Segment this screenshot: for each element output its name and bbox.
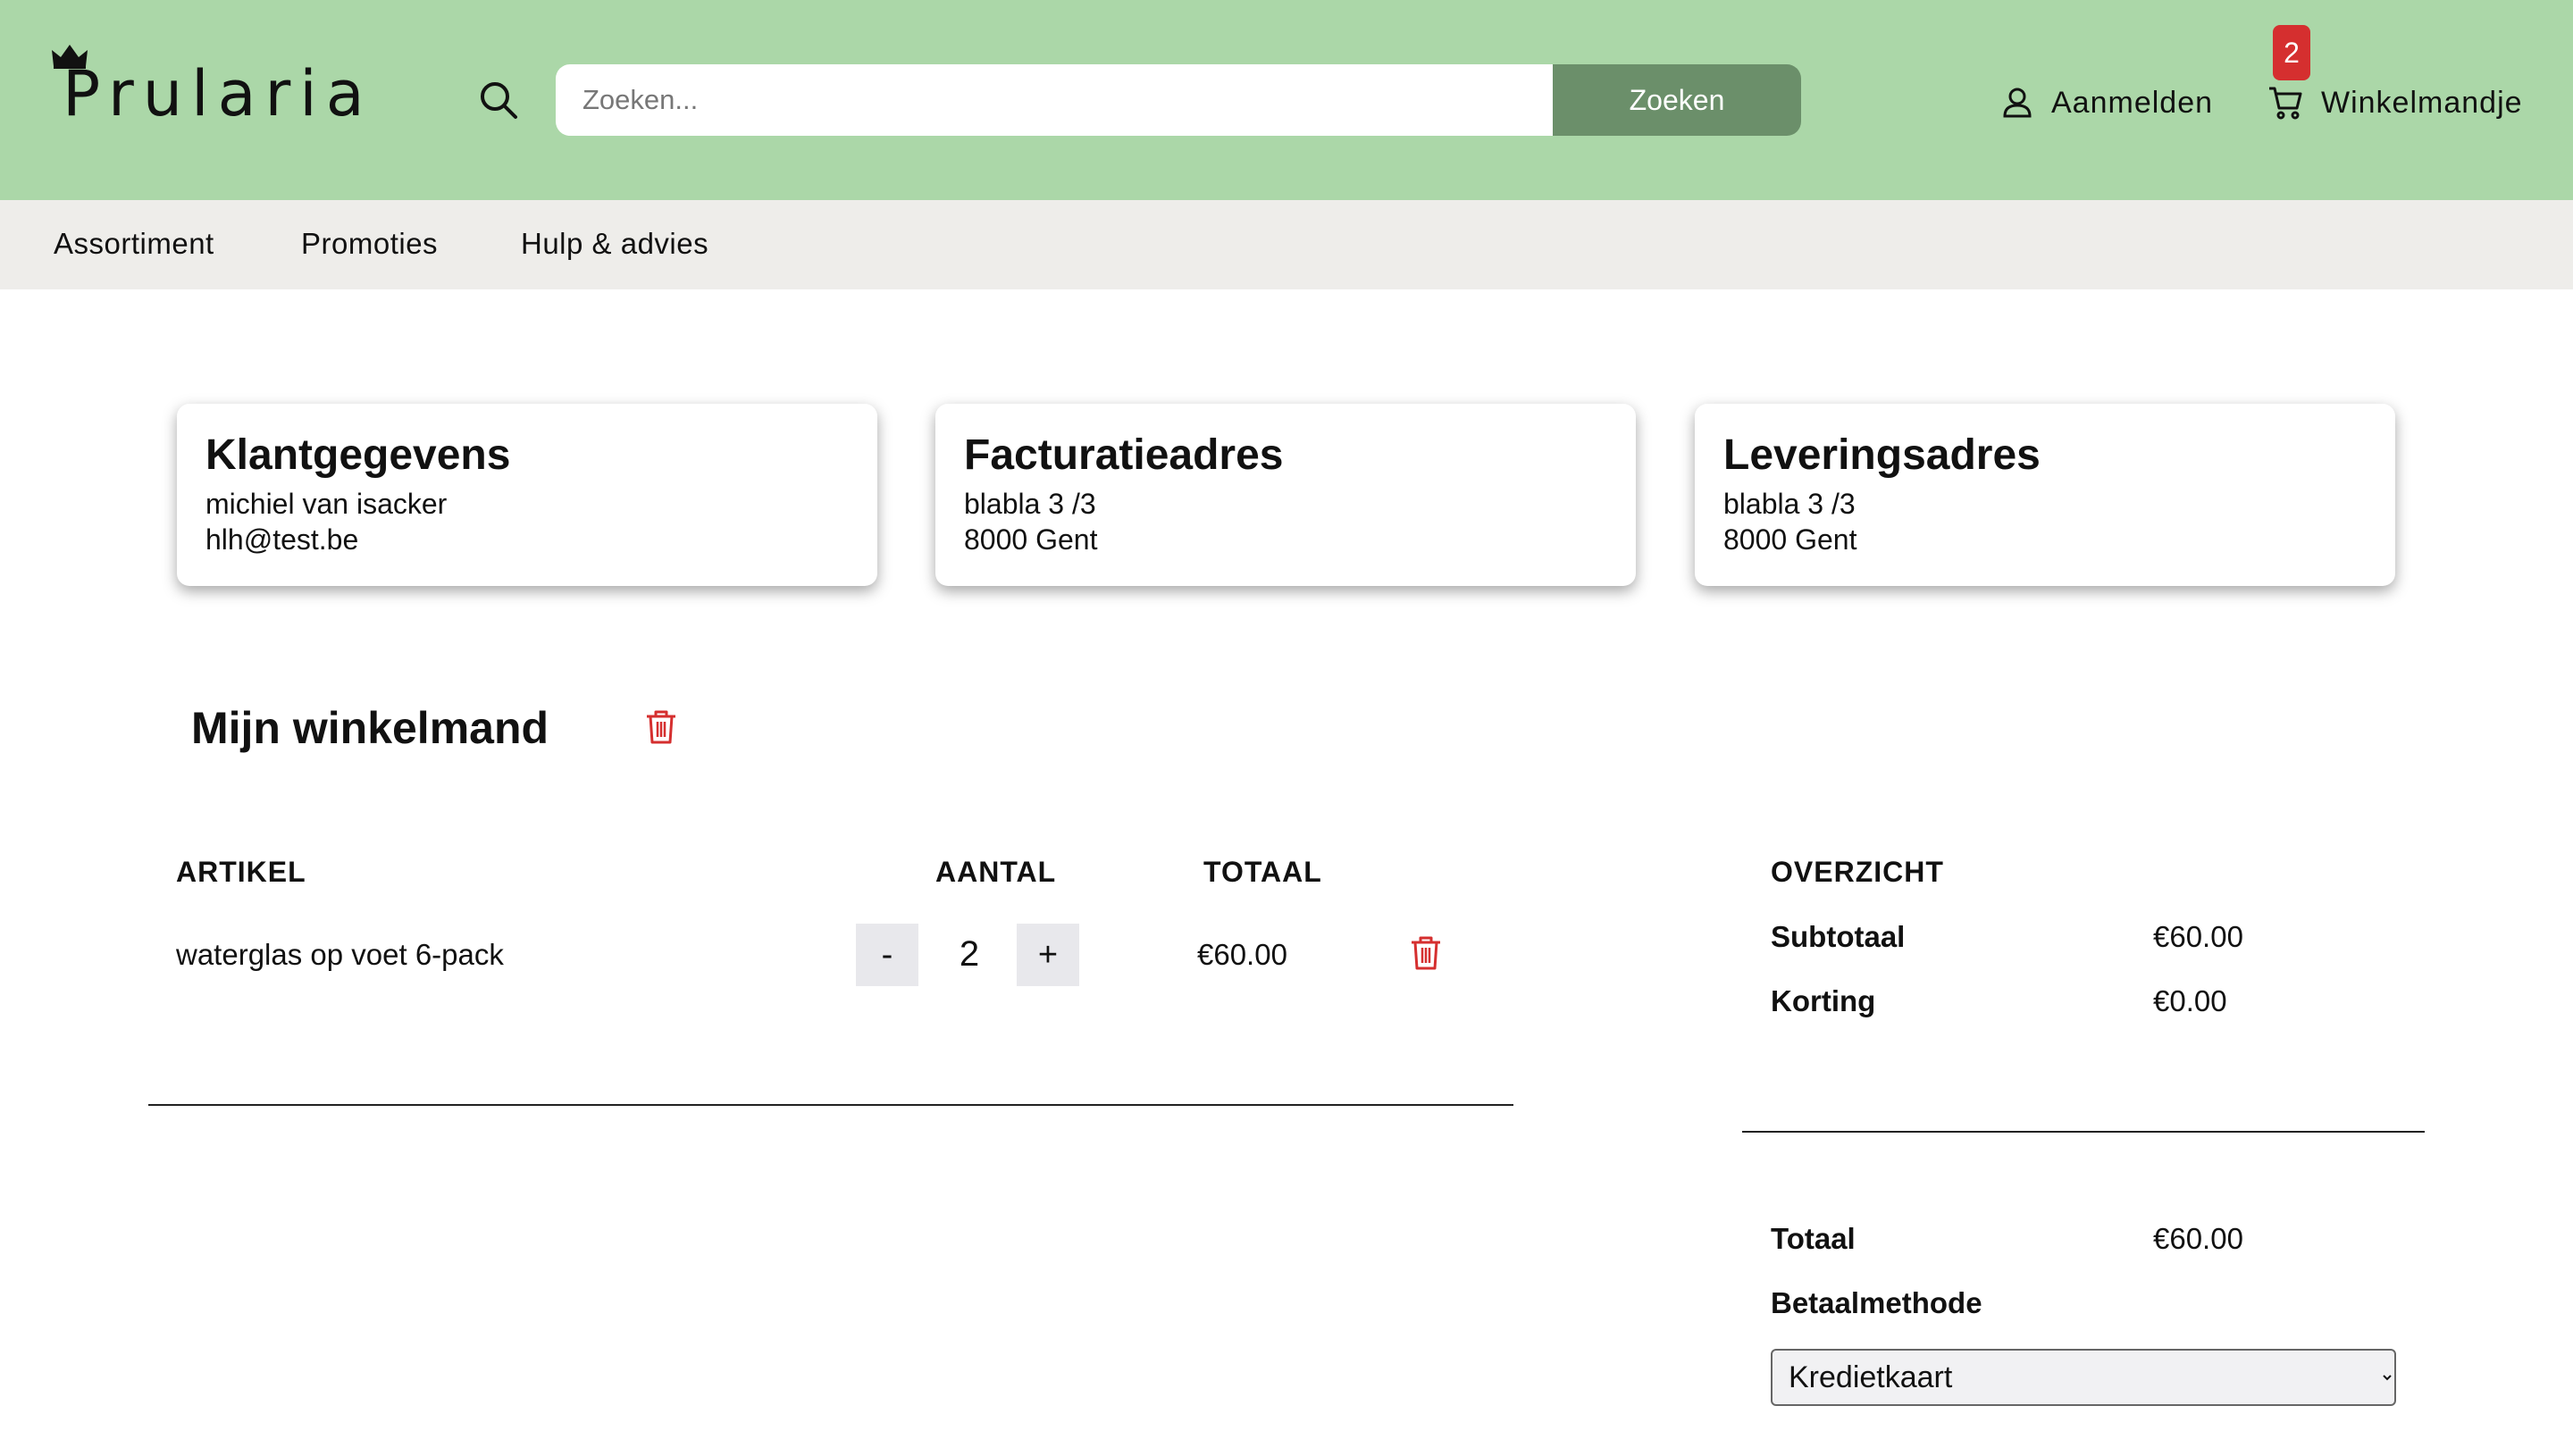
total-value: €60.00 <box>2153 1222 2243 1255</box>
cart-item-total: €60.00 <box>1197 938 1287 971</box>
discount-label: Korting <box>1771 984 1876 1017</box>
quantity-value: 2 <box>959 934 980 974</box>
column-header-quantity: AANTAL <box>935 856 1057 888</box>
search-icon[interactable] <box>479 80 518 120</box>
login-label: Aanmelden <box>2051 85 2214 120</box>
customer-name: michiel van isacker <box>205 488 448 520</box>
column-header-article: ARTIKEL <box>176 856 306 888</box>
nav-item-assortiment[interactable]: Assortiment <box>54 227 214 261</box>
cart-icon <box>2269 87 2302 120</box>
clear-cart-trash-icon[interactable] <box>645 709 677 745</box>
subtotal-value: €60.00 <box>2153 920 2243 953</box>
brand-logo[interactable]: Prularia <box>50 36 365 125</box>
payment-method-label: Betaalmethode <box>1771 1286 1982 1319</box>
decrease-quantity-button[interactable]: - <box>856 924 918 986</box>
cart-label: Winkelmandje <box>2321 85 2523 120</box>
discount-value: €0.00 <box>2153 984 2227 1017</box>
customer-email: hlh@test.be <box>205 523 359 556</box>
cart-item-name: waterglas op voet 6-pack <box>176 938 504 971</box>
card-title: Klantgegevens <box>205 431 511 479</box>
cart-title: Mijn winkelmand <box>191 703 549 753</box>
total-label: Totaal <box>1771 1222 1856 1255</box>
overview-title: OVERZICHT <box>1771 856 1944 888</box>
payment-method-select[interactable]: Kredietkaart <box>1771 1349 2396 1406</box>
cart-divider <box>148 1104 1513 1106</box>
overview-divider <box>1742 1131 2425 1133</box>
user-icon <box>2003 88 2032 118</box>
increase-quantity-button[interactable]: + <box>1017 924 1079 986</box>
billing-city: 8000 Gent <box>964 523 1098 556</box>
customer-details-card: Klantgegevens michiel van isacker hlh@te… <box>177 404 877 586</box>
card-title: Leveringsadres <box>1723 431 2041 479</box>
search-input[interactable] <box>556 64 1553 136</box>
card-title: Facturatieadres <box>964 431 1284 479</box>
cart-count-badge: 2 <box>2273 25 2310 80</box>
search-button[interactable]: Zoeken <box>1553 64 1801 136</box>
column-header-total: TOTAAL <box>1203 856 1322 888</box>
nav-item-promoties[interactable]: Promoties <box>301 227 438 261</box>
nav-item-hulp-advies[interactable]: Hulp & advies <box>521 227 708 261</box>
delivery-street: blabla 3 /3 <box>1723 488 1856 520</box>
subtotal-label: Subtotaal <box>1771 920 1906 953</box>
remove-item-trash-icon[interactable] <box>1410 935 1442 971</box>
delivery-city: 8000 Gent <box>1723 523 1857 556</box>
brand-name: Prularia <box>63 57 373 130</box>
billing-address-card: Facturatieadres blabla 3 /3 8000 Gent <box>935 404 1636 586</box>
login-link[interactable]: Aanmelden <box>2003 80 2213 125</box>
delivery-address-card: Leveringsadres blabla 3 /3 8000 Gent <box>1695 404 2395 586</box>
billing-street: blabla 3 /3 <box>964 488 1096 520</box>
cart-link[interactable]: Winkelmandje <box>2267 80 2523 125</box>
